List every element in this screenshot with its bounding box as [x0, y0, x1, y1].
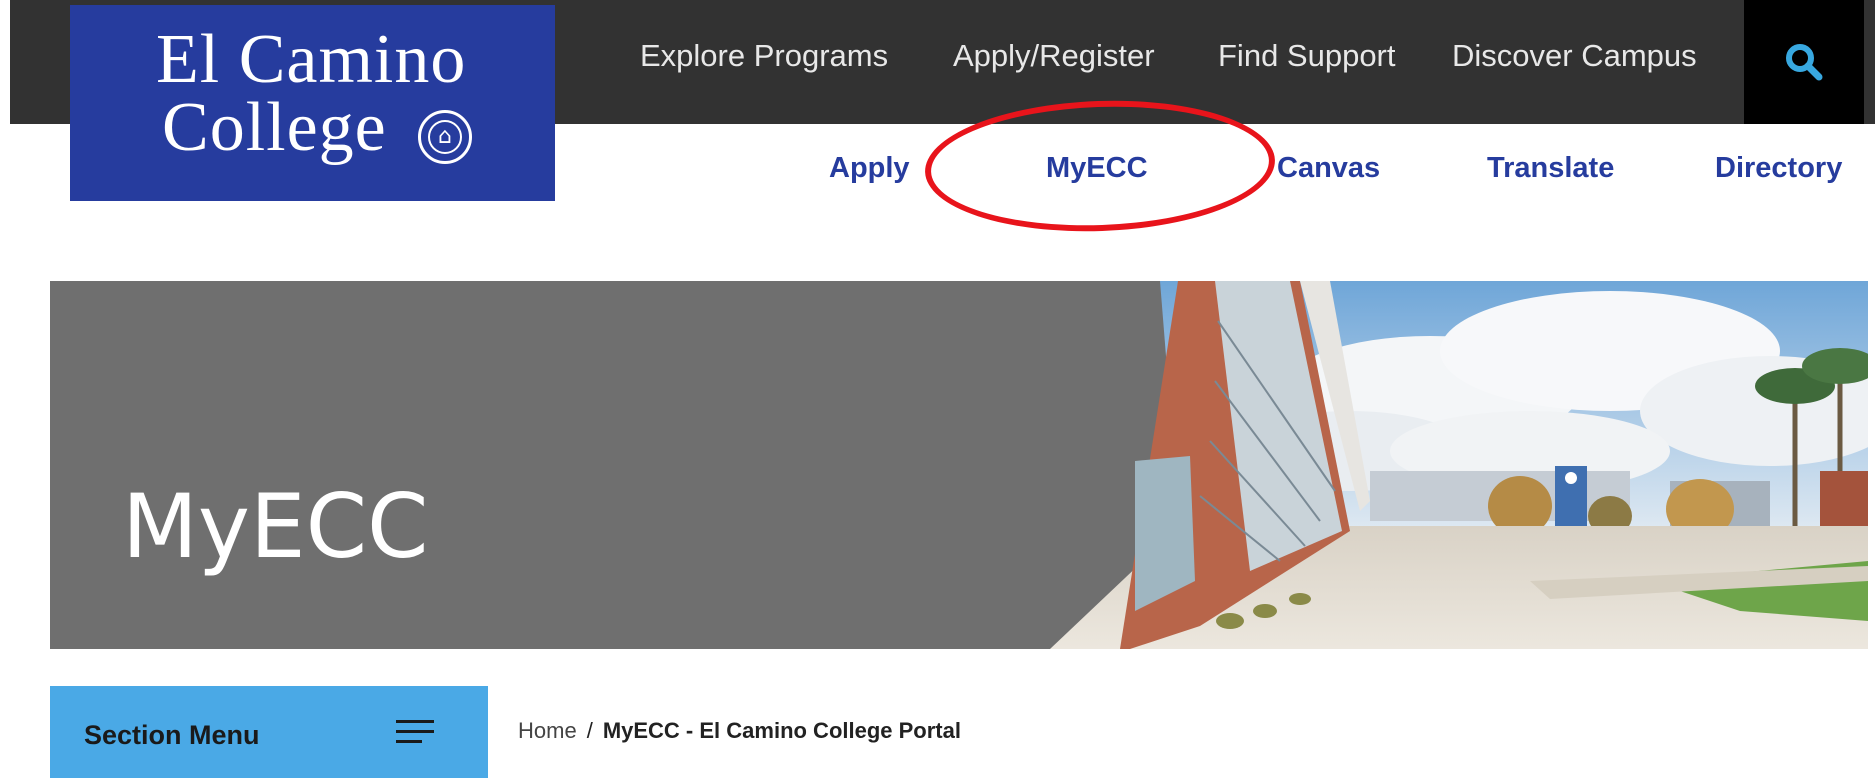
college-logo[interactable]: El Camino College ⌂ [70, 5, 555, 201]
page-title: MyECC [122, 474, 429, 578]
logo-line-1: El Camino [156, 21, 467, 98]
breadcrumb-current: MyECC - El Camino College Portal [602, 718, 961, 743]
util-link-directory[interactable]: Directory [1715, 152, 1842, 185]
logo-line-2: College [162, 89, 387, 166]
nav-apply-register[interactable]: Apply/Register [953, 38, 1155, 74]
hero-banner: MyECC [50, 281, 1868, 649]
search-icon [1786, 44, 1823, 81]
nav-explore-programs[interactable]: Explore Programs [640, 38, 888, 74]
breadcrumb: Home / MyECC - El Camino College Portal [518, 718, 961, 744]
breadcrumb-home-link[interactable]: Home [518, 718, 577, 743]
util-link-apply[interactable]: Apply [829, 152, 910, 185]
campus-photo [1050, 281, 1868, 649]
util-link-translate[interactable]: Translate [1487, 152, 1614, 185]
search-button[interactable] [1744, 0, 1864, 124]
section-menu-label: Section Menu [84, 720, 260, 750]
util-link-canvas[interactable]: Canvas [1277, 152, 1380, 185]
util-link-myecc[interactable]: MyECC [1046, 152, 1148, 185]
breadcrumb-separator: / [586, 718, 593, 743]
college-seal-icon: ⌂ [418, 110, 472, 164]
nav-discover-campus[interactable]: Discover Campus [1452, 38, 1697, 74]
nav-find-support[interactable]: Find Support [1218, 38, 1396, 74]
hamburger-menu-icon [396, 720, 434, 743]
section-menu-button[interactable]: Section Menu [50, 686, 488, 778]
